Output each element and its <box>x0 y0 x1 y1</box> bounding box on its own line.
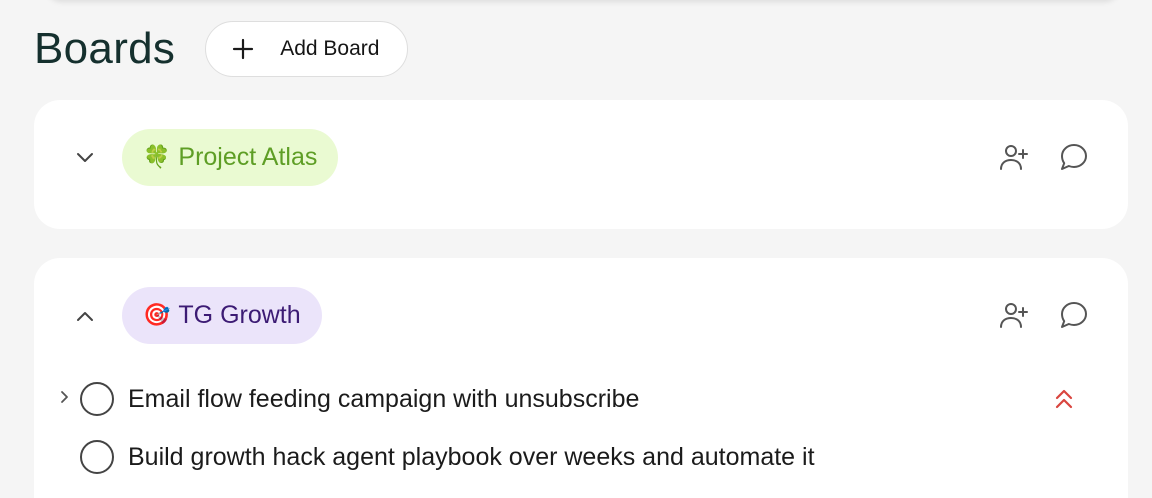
chevron-down-icon[interactable] <box>74 147 96 169</box>
board-header: 🍀 Project Atlas <box>34 129 1128 186</box>
task-title[interactable]: Email flow feeding campaign with unsubsc… <box>128 385 639 414</box>
add-board-button[interactable]: Add Board <box>205 21 409 77</box>
add-user-icon[interactable] <box>998 141 1030 173</box>
comment-icon[interactable] <box>1058 141 1090 173</box>
double-chevron-up-icon <box>1055 389 1073 409</box>
clover-icon: 🍀 <box>143 145 171 170</box>
task-checkbox[interactable] <box>80 382 114 416</box>
comment-icon[interactable] <box>1058 299 1090 331</box>
task-title[interactable]: Build growth hack agent playbook over we… <box>128 443 815 472</box>
boards-header: Boards Add Board <box>34 20 409 78</box>
chevron-up-icon[interactable] <box>74 305 96 327</box>
plus-icon <box>233 38 254 60</box>
task-row[interactable]: Email flow feeding campaign with unsubsc… <box>34 378 1128 418</box>
chevron-right-icon[interactable] <box>58 388 72 406</box>
board-tag[interactable]: 🍀 Project Atlas <box>122 129 339 186</box>
task-row[interactable]: Build growth hack agent playbook over we… <box>34 436 1128 476</box>
board-header: 🎯 TG Growth <box>34 287 1128 344</box>
add-user-icon[interactable] <box>998 299 1030 331</box>
task-checkbox[interactable] <box>80 440 114 474</box>
board-card-project-atlas: 🍀 Project Atlas <box>34 100 1128 229</box>
target-icon: 🎯 <box>143 303 171 328</box>
add-board-label: Add Board <box>280 37 380 60</box>
board-card-tg-growth: 🎯 TG Growth Email flow feeding campaign … <box>34 258 1128 498</box>
board-name: TG Growth <box>178 301 301 329</box>
page-title: Boards <box>34 24 176 73</box>
board-name: Project Atlas <box>178 143 318 171</box>
board-tag[interactable]: 🎯 TG Growth <box>122 287 322 344</box>
